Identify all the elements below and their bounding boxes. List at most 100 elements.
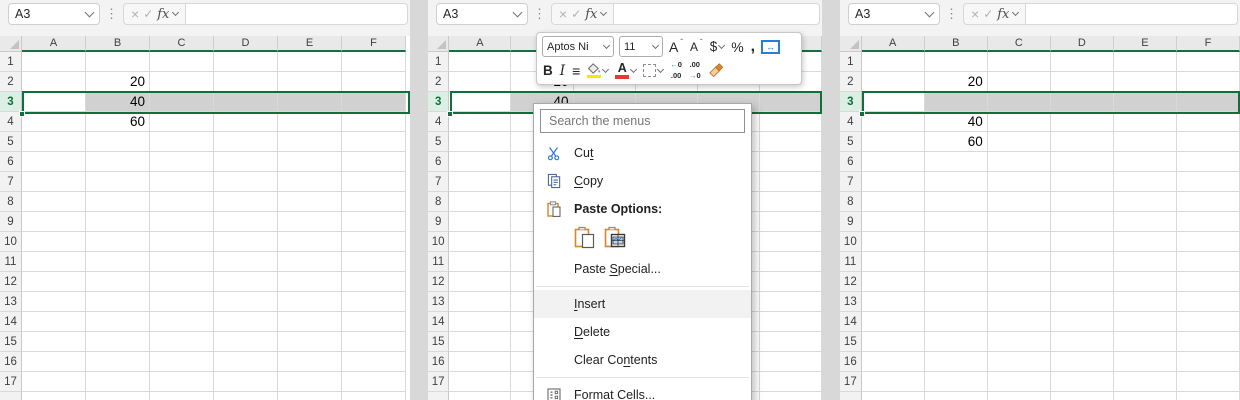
cell-E8[interactable] [278, 192, 342, 212]
cell-E12[interactable] [278, 272, 342, 292]
cell-B18[interactable] [86, 392, 150, 400]
enter-icon[interactable]: ✓ [143, 8, 153, 20]
cell-F12[interactable] [1177, 272, 1240, 292]
cell-C16[interactable] [150, 352, 214, 372]
cell-F11[interactable] [760, 252, 822, 272]
accounting-format-button[interactable]: $ [709, 39, 726, 54]
row-header-4[interactable]: 4 [0, 112, 22, 132]
borders-button[interactable] [642, 64, 664, 77]
cell-C2[interactable] [988, 72, 1051, 92]
cell-F4[interactable] [1177, 112, 1240, 132]
menu-item-paste-special[interactable]: Paste Special... [534, 255, 751, 283]
cell-D6[interactable] [214, 152, 278, 172]
row-header-3[interactable]: 3 [840, 92, 862, 112]
cell-F16[interactable] [760, 352, 822, 372]
cell-A2[interactable] [449, 72, 511, 92]
row-header-4[interactable]: 4 [428, 112, 449, 132]
cell-A4[interactable] [862, 112, 925, 132]
cell-E3[interactable] [278, 92, 342, 112]
cell-C13[interactable] [150, 292, 214, 312]
cell-B14[interactable] [925, 312, 988, 332]
cell-F15[interactable] [1177, 332, 1240, 352]
column-header-A[interactable]: A [862, 36, 925, 52]
cell-F15[interactable] [342, 332, 406, 352]
row-header-10[interactable]: 10 [0, 232, 22, 252]
cell-C8[interactable] [150, 192, 214, 212]
cell-D3[interactable] [214, 92, 278, 112]
cell-F9[interactable] [760, 212, 822, 232]
row-header-5[interactable]: 5 [840, 132, 862, 152]
menu-search-input[interactable] [540, 109, 745, 133]
cell-A7[interactable] [449, 172, 511, 192]
row-header-10[interactable]: 10 [428, 232, 449, 252]
cell-B13[interactable] [86, 292, 150, 312]
row-header-15[interactable]: 15 [840, 332, 862, 352]
cell-A5[interactable] [449, 132, 511, 152]
cell-B12[interactable] [925, 272, 988, 292]
cell-F16[interactable] [342, 352, 406, 372]
cell-C9[interactable] [988, 212, 1051, 232]
cell-A12[interactable] [22, 272, 86, 292]
paste-button[interactable] [574, 226, 595, 252]
cell-B16[interactable] [925, 352, 988, 372]
cell-A12[interactable] [862, 272, 925, 292]
cell-A18[interactable] [22, 392, 86, 400]
insert-function-icon[interactable]: fx [157, 7, 169, 22]
cell-C7[interactable] [150, 172, 214, 192]
cell-A10[interactable] [22, 232, 86, 252]
cell-F2[interactable] [1177, 72, 1240, 92]
row-header-6[interactable]: 6 [428, 152, 449, 172]
cell-C14[interactable] [988, 312, 1051, 332]
cell-A17[interactable] [22, 372, 86, 392]
cell-A15[interactable] [449, 332, 511, 352]
cell-E14[interactable] [1114, 312, 1177, 332]
cell-F14[interactable] [342, 312, 406, 332]
cell-A13[interactable] [862, 292, 925, 312]
column-header-D[interactable]: D [1051, 36, 1114, 52]
cell-A11[interactable] [22, 252, 86, 272]
row-header-18[interactable] [840, 392, 862, 400]
cell-C6[interactable] [150, 152, 214, 172]
cell-A2[interactable] [862, 72, 925, 92]
row-header-16[interactable]: 16 [840, 352, 862, 372]
row-header-7[interactable]: 7 [428, 172, 449, 192]
cell-F14[interactable] [760, 312, 822, 332]
cell-B6[interactable] [925, 152, 988, 172]
row-header-5[interactable]: 5 [0, 132, 22, 152]
cell-F10[interactable] [342, 232, 406, 252]
cell-F6[interactable] [1177, 152, 1240, 172]
insert-function-icon[interactable]: fx [997, 7, 1009, 22]
select-all-corner[interactable] [428, 36, 449, 52]
cell-A6[interactable] [449, 152, 511, 172]
cell-E4[interactable] [1114, 112, 1177, 132]
cell-C10[interactable] [988, 232, 1051, 252]
cell-F8[interactable] [1177, 192, 1240, 212]
cell-A5[interactable] [862, 132, 925, 152]
cell-E15[interactable] [1114, 332, 1177, 352]
cell-F9[interactable] [1177, 212, 1240, 232]
cell-D17[interactable] [214, 372, 278, 392]
cell-B13[interactable] [925, 292, 988, 312]
cell-A10[interactable] [449, 232, 511, 252]
cell-E8[interactable] [1114, 192, 1177, 212]
cell-B16[interactable] [86, 352, 150, 372]
cell-F5[interactable] [760, 132, 822, 152]
cell-A16[interactable] [449, 352, 511, 372]
cell-E12[interactable] [1114, 272, 1177, 292]
cell-C17[interactable] [988, 372, 1051, 392]
cell-C2[interactable] [150, 72, 214, 92]
cell-A14[interactable] [862, 312, 925, 332]
row-header-7[interactable]: 7 [0, 172, 22, 192]
cell-E11[interactable] [1114, 252, 1177, 272]
menu-item-delete[interactable]: Delete [534, 318, 751, 346]
cell-F7[interactable] [342, 172, 406, 192]
cell-D3[interactable] [1051, 92, 1114, 112]
cell-C13[interactable] [988, 292, 1051, 312]
increase-decimal-button[interactable]: ←0 .00 [669, 61, 683, 80]
cell-F17[interactable] [1177, 372, 1240, 392]
cell-E2[interactable] [278, 72, 342, 92]
bold-button[interactable]: B [542, 63, 554, 78]
column-header-C[interactable]: C [988, 36, 1051, 52]
cell-B18[interactable] [925, 392, 988, 400]
cell-F14[interactable] [1177, 312, 1240, 332]
